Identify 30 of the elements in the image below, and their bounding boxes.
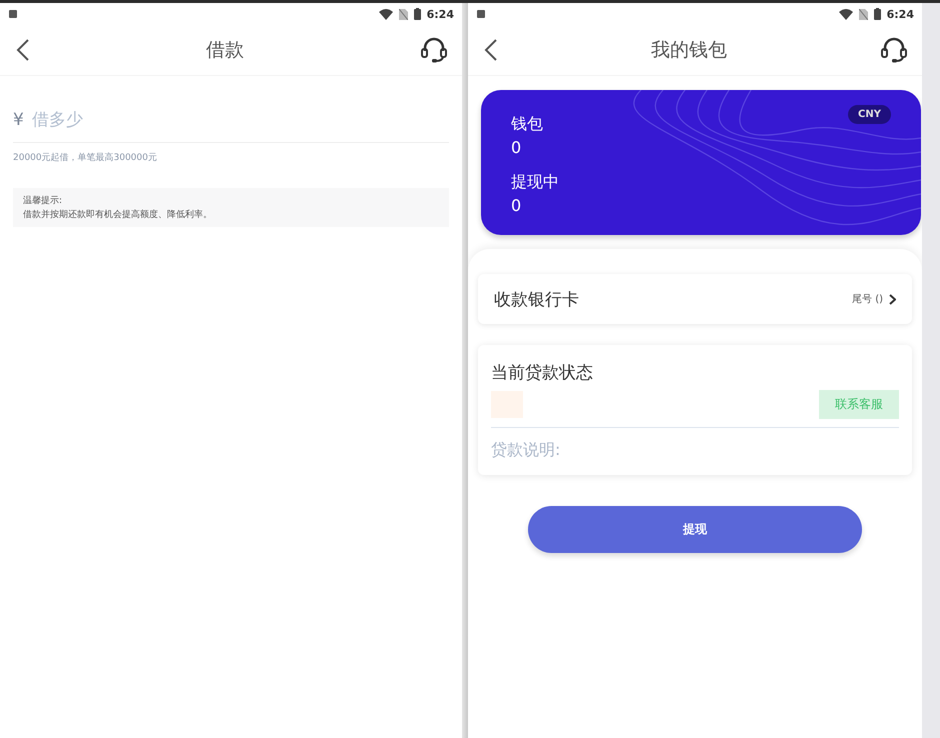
notification-icon: [8, 9, 18, 19]
headset-icon[interactable]: [420, 37, 448, 63]
page-title: 借款: [206, 38, 244, 63]
loan-note-label: 贷款说明:: [491, 440, 562, 461]
sim-icon: [858, 8, 868, 20]
sim-icon: [398, 8, 408, 20]
currency-badge: CNY: [848, 105, 891, 124]
battery-icon: [874, 8, 881, 20]
balance-value: 0: [511, 196, 522, 216]
tip-text: 借款并按期还款即有机会提高额度、降低利率。: [23, 208, 213, 221]
balance-value: 0: [511, 138, 522, 158]
back-button[interactable]: [16, 38, 30, 62]
balance-label: 钱包: [511, 114, 544, 134]
balance-label: 提现中: [511, 172, 560, 192]
loan-status-title: 当前贷款状态: [491, 362, 594, 384]
status-time: 6:24: [426, 8, 454, 20]
bank-card-row[interactable]: 收款银行卡 尾号 (): [478, 274, 912, 324]
status-time: 6:24: [886, 8, 914, 20]
chevron-icon: [889, 294, 896, 304]
notification-icon: [476, 9, 486, 19]
battery-icon: [414, 8, 421, 20]
page-title: 我的钱包: [651, 38, 727, 63]
tip-title: 温馨提示:: [23, 194, 64, 207]
withdraw-button[interactable]: 提现: [528, 506, 862, 553]
currency-symbol: ¥: [13, 110, 24, 130]
back-button[interactable]: [484, 38, 498, 62]
limit-hint: 20000元起借，单笔最高300000元: [13, 152, 158, 164]
wifi-icon: [378, 8, 393, 20]
wifi-icon: [838, 8, 853, 20]
headset-icon[interactable]: [880, 37, 908, 63]
